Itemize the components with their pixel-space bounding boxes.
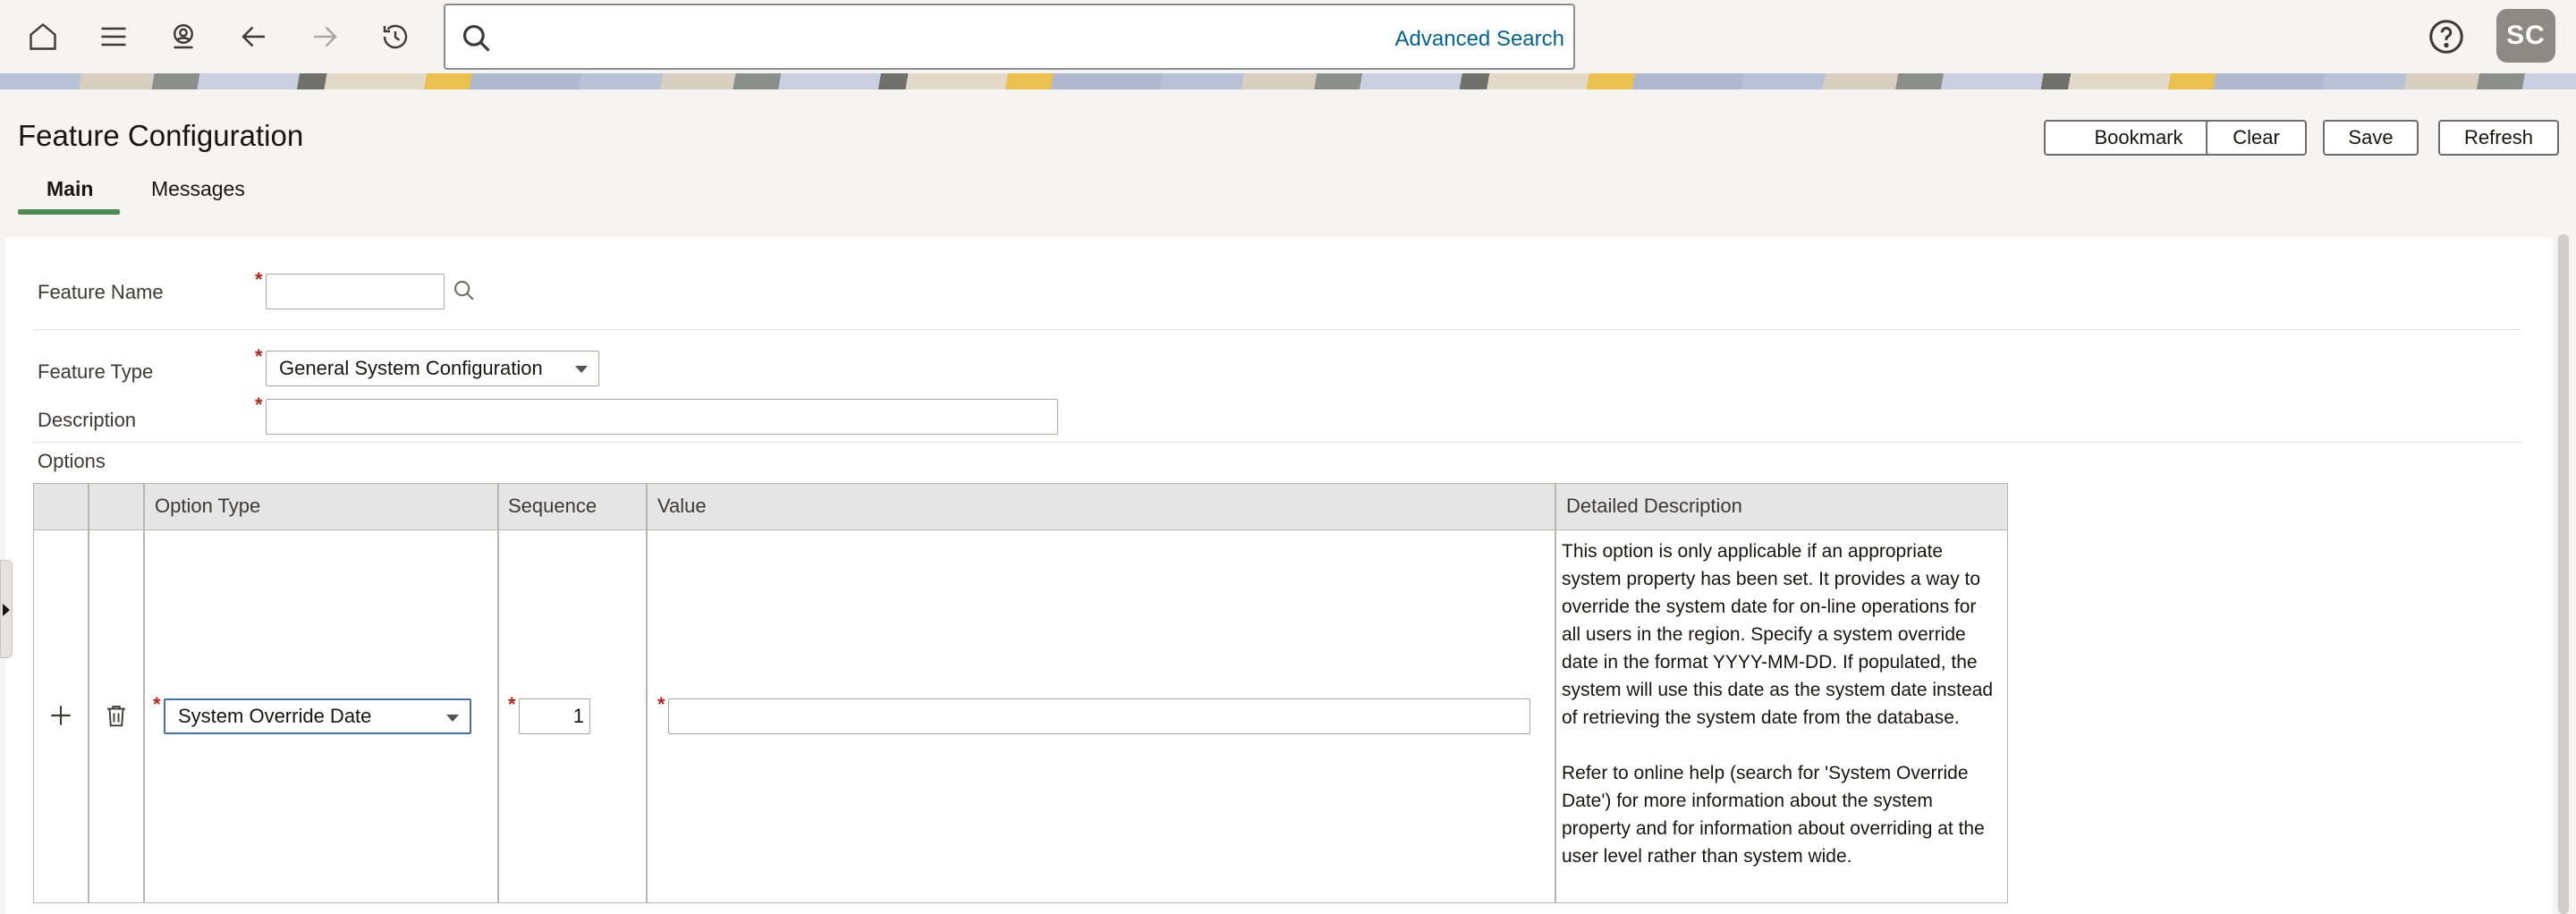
avatar[interactable]: SC	[2496, 9, 2555, 63]
options-grid: Option Type Sequence Value Detailed Desc…	[33, 483, 2008, 903]
history-icon[interactable]	[374, 15, 417, 58]
menu-icon[interactable]	[92, 15, 135, 58]
feature-name-input[interactable]	[266, 274, 445, 309]
search-input[interactable]	[504, 14, 1309, 61]
feature-name-label: Feature Name	[38, 281, 164, 303]
divider	[33, 329, 2521, 330]
feature-type-label: Feature Type	[38, 360, 154, 383]
add-icon[interactable]	[47, 701, 75, 730]
page-title: Feature Configuration	[18, 119, 304, 152]
grid-divider	[1555, 484, 1556, 902]
column-header-detailed-description[interactable]: Detailed Description	[1566, 495, 1742, 518]
column-header-sequence[interactable]: Sequence	[508, 495, 597, 518]
value-input[interactable]	[668, 698, 1530, 734]
grid-divider	[497, 484, 499, 902]
column-header-value[interactable]: Value	[657, 495, 707, 518]
trash-icon[interactable]	[103, 701, 130, 730]
required-marker: *	[657, 693, 665, 715]
tab-messages[interactable]: Messages	[151, 177, 245, 201]
side-panel-handle[interactable]	[0, 560, 13, 658]
column-header-option-type[interactable]: Option Type	[155, 495, 260, 518]
description-input[interactable]	[266, 399, 1058, 435]
feature-type-select[interactable]: General System Configuration	[266, 351, 599, 386]
detailed-description-text: This option is only applicable if an app…	[1562, 541, 1994, 867]
options-label: Options	[38, 450, 106, 472]
top-bar: Advanced Search SC	[0, 0, 2576, 73]
grid-divider	[88, 484, 89, 902]
clear-button[interactable]: Clear	[2206, 120, 2307, 156]
divider	[33, 442, 2521, 443]
description-label: Description	[38, 409, 137, 431]
forward-icon[interactable]	[303, 15, 346, 58]
required-marker: *	[255, 345, 263, 368]
option-type-select[interactable]: System Override Date	[164, 698, 471, 734]
back-icon[interactable]	[233, 15, 275, 58]
active-tab-indicator	[18, 209, 120, 215]
sequence-input[interactable]: 1	[519, 698, 590, 734]
required-marker: *	[255, 394, 263, 416]
refresh-button[interactable]: Refresh	[2438, 120, 2559, 156]
required-marker: *	[153, 693, 161, 715]
help-icon[interactable]	[2426, 16, 2467, 57]
search-icon	[462, 24, 490, 52]
grid-divider	[143, 484, 145, 902]
required-marker: *	[508, 693, 516, 715]
grid-divider	[646, 484, 648, 902]
search-icon[interactable]	[452, 278, 477, 303]
user-search-icon[interactable]	[162, 15, 205, 58]
required-marker: *	[255, 268, 263, 291]
home-icon[interactable]	[21, 15, 64, 58]
search-bar[interactable]: Advanced Search	[444, 4, 1575, 70]
tab-main[interactable]: Main	[47, 177, 93, 201]
save-button[interactable]: Save	[2323, 120, 2419, 156]
scrollbar-thumb[interactable]	[2558, 234, 2569, 914]
advanced-search-link[interactable]: Advanced Search	[1395, 27, 1564, 52]
decorative-banner	[0, 73, 2576, 89]
